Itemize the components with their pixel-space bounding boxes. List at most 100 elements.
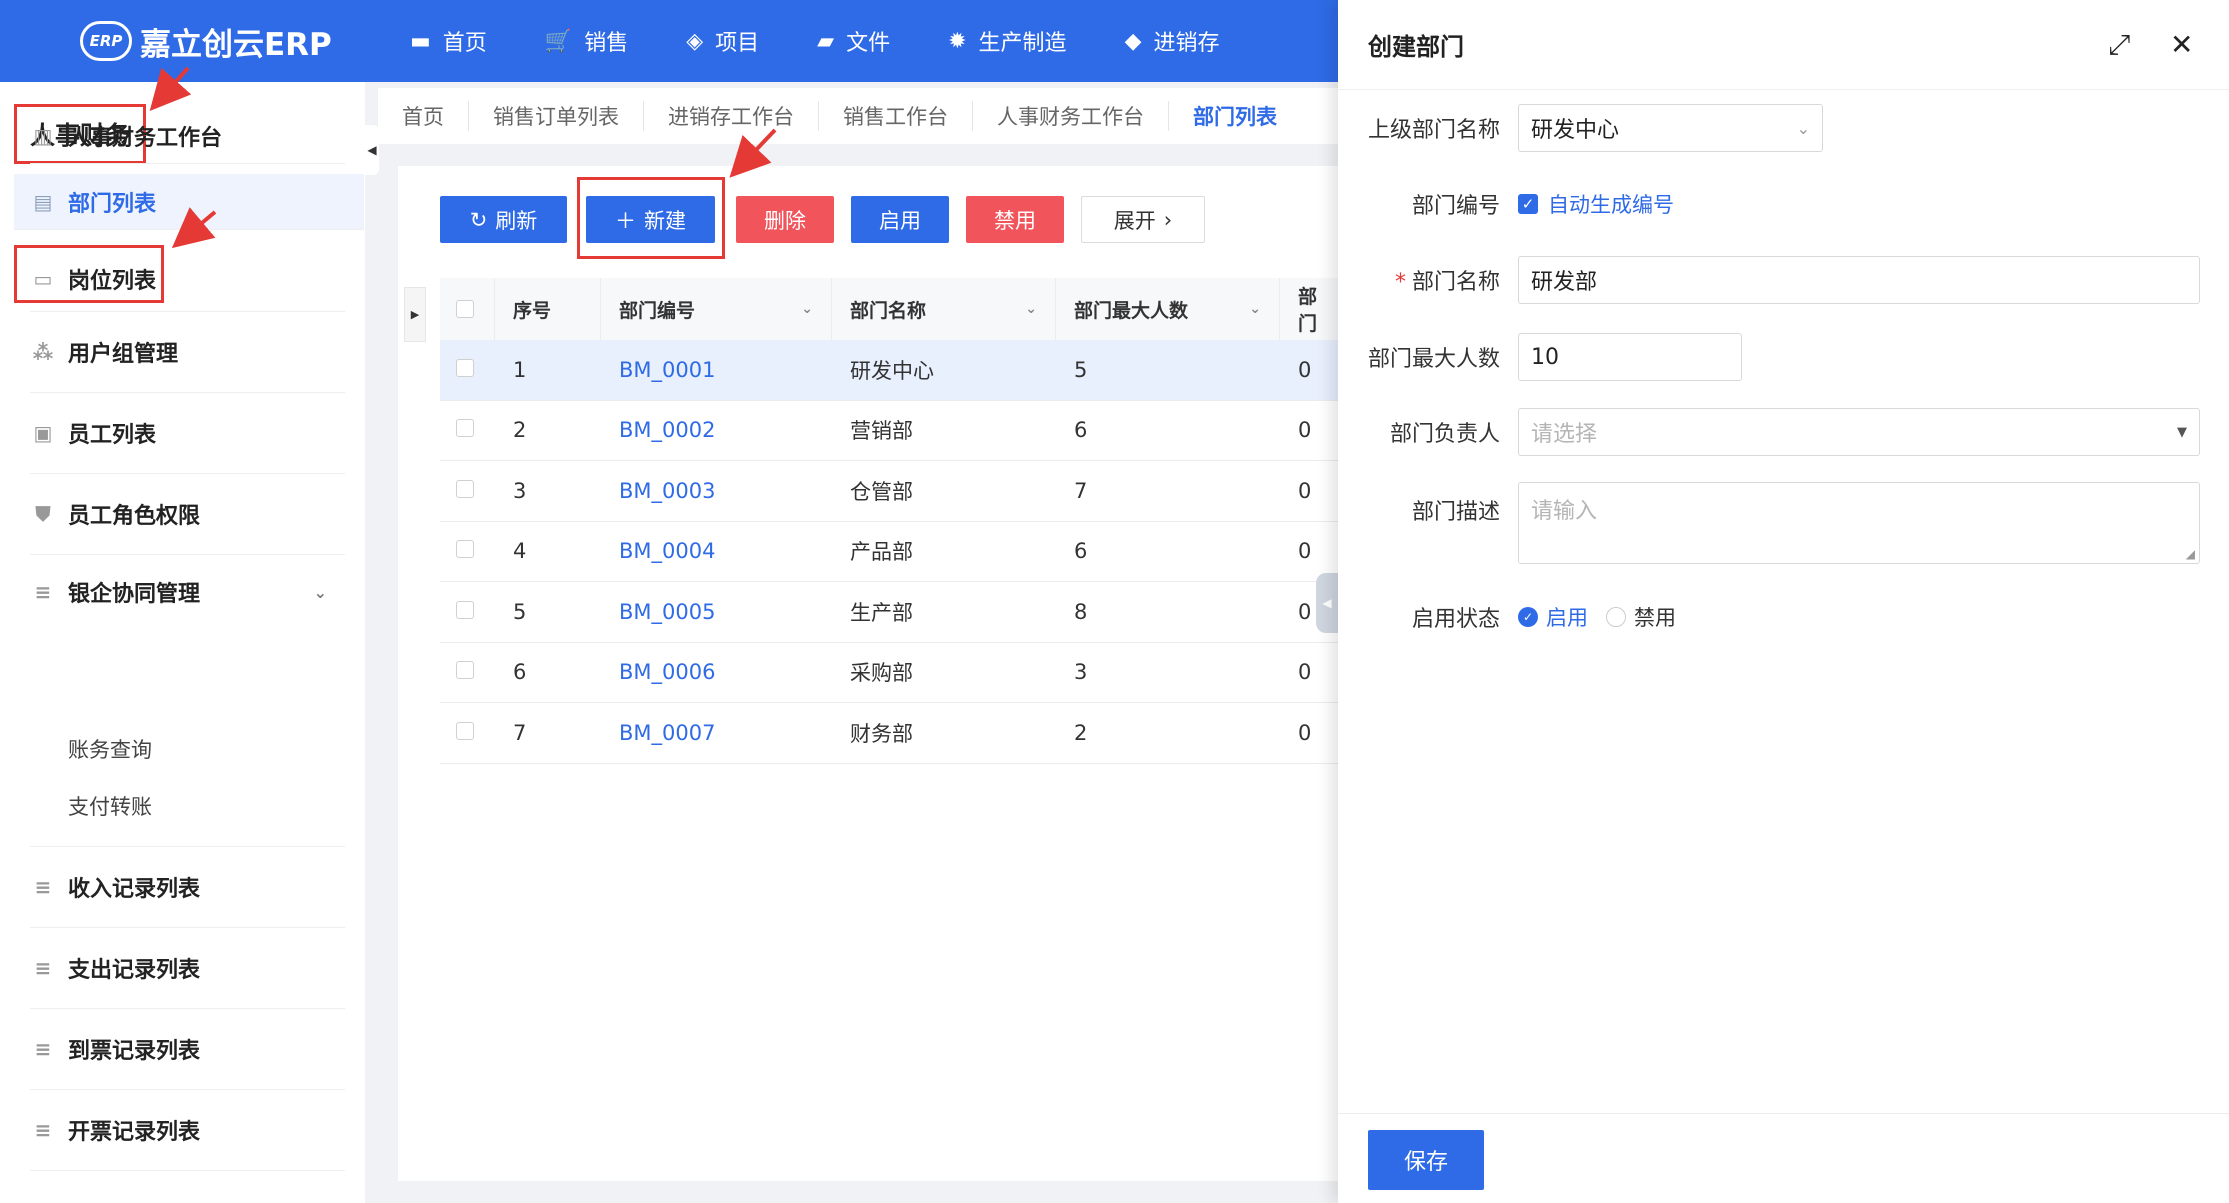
- app-logo[interactable]: ERP 嘉立创云ERP: [80, 19, 410, 64]
- save-button[interactable]: 保存: [1368, 1130, 1484, 1190]
- cell-dept-code[interactable]: BM_0007: [601, 721, 832, 745]
- status-enabled-radio[interactable]: ✓: [1518, 607, 1538, 627]
- table-row[interactable]: 1 BM_0001 研发中心 5 0: [440, 340, 1338, 401]
- chevron-down-icon[interactable]: ⌄: [1249, 301, 1261, 317]
- chevron-down-icon[interactable]: ⌄: [801, 301, 813, 317]
- resize-handle-icon[interactable]: ◢: [2186, 547, 2195, 561]
- tab-sales-workbench[interactable]: 销售工作台: [819, 101, 973, 131]
- delete-button[interactable]: 删除: [736, 196, 834, 243]
- cart-icon: 🛒: [544, 28, 573, 54]
- department-max-input[interactable]: 10: [1518, 333, 1742, 381]
- required-mark: *: [1394, 270, 1406, 295]
- row-checkbox-cell[interactable]: [440, 660, 495, 684]
- department-leader-select[interactable]: 请选择 ▼: [1518, 408, 2200, 456]
- table-column-toggle[interactable]: ▶: [404, 287, 426, 342]
- row-checkbox-cell[interactable]: [440, 721, 495, 745]
- cell-dept-code[interactable]: BM_0006: [601, 660, 832, 684]
- sidebar-item-department-list[interactable]: ▤ 部门列表: [14, 174, 364, 230]
- close-icon[interactable]: ✕: [2170, 28, 2193, 61]
- sidebar-item-role-permissions[interactable]: ⛊ 员工角色权限: [30, 474, 345, 555]
- cell-dept-code[interactable]: BM_0002: [601, 418, 832, 442]
- cell-dept-name: 仓管部: [850, 479, 913, 504]
- topnav-project[interactable]: ◈ 项目: [686, 25, 759, 57]
- department-desc-textarea[interactable]: 请输入 ◢: [1518, 482, 2200, 564]
- highlight-box-department-list: [14, 245, 164, 303]
- header-dept-max[interactable]: 部门最大人数 ⌄: [1056, 278, 1280, 340]
- row-checkbox[interactable]: [456, 661, 474, 680]
- header-dept-code[interactable]: 部门编号 ⌄: [601, 278, 832, 340]
- row-checkbox[interactable]: [456, 540, 474, 559]
- tab-bar: 首页 销售订单列表 进销存工作台 销售工作台 人事财务工作台 部门列表: [378, 88, 1338, 144]
- row-checkbox-cell[interactable]: [440, 479, 495, 503]
- row-checkbox[interactable]: [456, 358, 474, 377]
- topnav-sales[interactable]: 🛒 销售: [545, 25, 628, 57]
- tab-hr-workbench[interactable]: 人事财务工作台: [973, 101, 1169, 131]
- cell-dept-max: 7: [1074, 478, 1088, 503]
- table-row[interactable]: 5 BM_0005 生产部 8 0: [440, 582, 1338, 643]
- status-disabled-radio[interactable]: [1606, 607, 1626, 627]
- row-checkbox-cell[interactable]: [440, 600, 495, 624]
- sidebar-item-bank-collab[interactable]: ≡ 银企协同管理 ⌄: [30, 555, 345, 629]
- enable-button[interactable]: 启用: [851, 196, 949, 243]
- sidebar-collapse-toggle[interactable]: ◀: [365, 125, 379, 175]
- refresh-button[interactable]: ↻ 刷新: [440, 196, 567, 243]
- chevron-right-icon: ›: [1163, 207, 1173, 232]
- table-row[interactable]: 7 BM_0007 财务部 2 0: [440, 703, 1338, 764]
- table-row[interactable]: 4 BM_0004 产品部 6 0: [440, 522, 1338, 582]
- tab-home[interactable]: 首页: [378, 101, 469, 131]
- table-row[interactable]: 2 BM_0002 营销部 6 0: [440, 401, 1338, 461]
- chevron-down-icon: ⌄: [313, 582, 327, 602]
- sidebar-item-user-groups[interactable]: ⁂ 用户组管理: [30, 312, 345, 393]
- row-checkbox-cell[interactable]: [440, 418, 495, 442]
- topnav-home[interactable]: ▬ 首页: [410, 25, 487, 57]
- row-checkbox[interactable]: [456, 600, 474, 619]
- checkbox[interactable]: [456, 300, 474, 318]
- sidebar-item-hr-workbench[interactable]: ▥ 人事财务工作台: [30, 108, 345, 164]
- sidebar-subitem-account-query[interactable]: 账务查询: [68, 734, 152, 764]
- table-header: 序号 部门编号 ⌄ 部门名称 ⌄ 部门最大人数 ⌄ 部门: [440, 278, 1338, 340]
- header-dept-name[interactable]: 部门名称 ⌄: [832, 278, 1056, 340]
- department-name-input[interactable]: 研发部: [1518, 256, 2200, 304]
- cell-dept-code[interactable]: BM_0005: [601, 600, 832, 624]
- top-navigation-bar: ERP 嘉立创云ERP ▬ 首页 🛒 销售 ◈ 项目 ▰ 文件 ✹ 生产制造 ◆ 进销存: [0, 0, 1338, 82]
- cell-dept-extra: 0: [1298, 539, 1312, 564]
- tab-sales-orders[interactable]: 销售订单列表: [469, 101, 644, 131]
- sidebar-item-received-invoices[interactable]: ≡ 到票记录列表: [30, 1009, 345, 1090]
- row-checkbox-cell[interactable]: [440, 358, 495, 382]
- row-checkbox[interactable]: [456, 479, 474, 498]
- sidebar-item-income-records[interactable]: ≡ 收入记录列表: [30, 846, 345, 928]
- caret-left-icon: ◀: [1322, 596, 1332, 610]
- table-row[interactable]: 3 BM_0003 仓管部 7 0: [440, 461, 1338, 522]
- monitor-icon: ▬: [410, 28, 431, 54]
- table-row[interactable]: 6 BM_0006 采购部 3 0: [440, 643, 1338, 703]
- caret-left-icon: ◀: [367, 143, 377, 157]
- cell-index: 1: [513, 357, 527, 382]
- row-checkbox-cell[interactable]: [440, 539, 495, 563]
- chevron-down-icon[interactable]: ⌄: [1025, 301, 1037, 317]
- fullscreen-icon[interactable]: ⤢: [2108, 28, 2130, 62]
- cell-index: 5: [513, 599, 527, 624]
- drawer-handle[interactable]: ◀: [1316, 573, 1338, 633]
- row-checkbox[interactable]: [456, 419, 474, 438]
- topnav-files[interactable]: ▰ 文件: [817, 25, 890, 57]
- parent-department-select[interactable]: 研发中心 ⌄: [1518, 104, 1823, 152]
- sidebar-item-expense-records[interactable]: ≡ 支出记录列表: [30, 928, 345, 1009]
- expand-button[interactable]: 展开 ›: [1081, 196, 1205, 243]
- tab-department-list[interactable]: 部门列表: [1169, 101, 1301, 131]
- auto-code-checkbox[interactable]: ✓ 自动生成编号: [1518, 189, 1674, 219]
- topnav-inventory[interactable]: ◆ 进销存: [1125, 25, 1220, 57]
- cell-dept-extra: 0: [1298, 478, 1312, 503]
- sidebar-item-employee-list[interactable]: ▣ 员工列表: [30, 393, 345, 474]
- document-icon: ▤: [33, 189, 53, 214]
- tab-inventory-workbench[interactable]: 进销存工作台: [644, 101, 819, 131]
- row-checkbox[interactable]: [456, 721, 474, 740]
- sidebar-subitem-payment-transfer[interactable]: 支付转账: [68, 791, 152, 821]
- topnav-manufacturing[interactable]: ✹ 生产制造: [948, 25, 1066, 57]
- cell-dept-code[interactable]: BM_0004: [601, 539, 832, 563]
- disable-button[interactable]: 禁用: [966, 196, 1064, 243]
- sidebar-item-issued-invoices[interactable]: ≡ 开票记录列表: [30, 1090, 345, 1171]
- cell-dept-code[interactable]: BM_0001: [601, 358, 832, 382]
- field-parent-department: 上级部门名称 研发中心 ⌄: [1338, 104, 2229, 152]
- select-all-checkbox[interactable]: [440, 278, 495, 340]
- cell-dept-code[interactable]: BM_0003: [601, 479, 832, 503]
